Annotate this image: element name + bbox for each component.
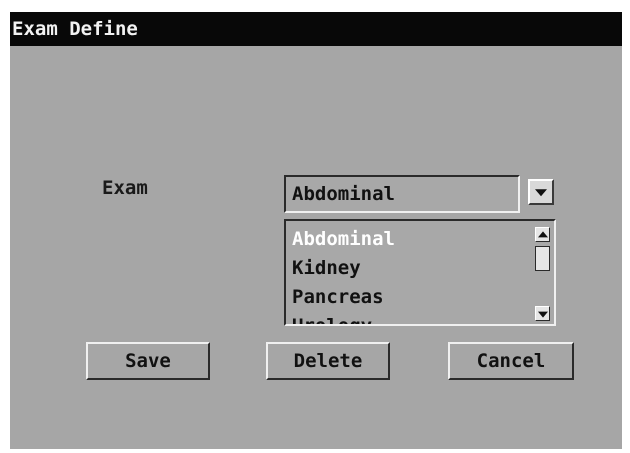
- list-item-abdominal[interactable]: Abdominal: [292, 225, 395, 254]
- scroll-up-button[interactable]: [535, 227, 550, 242]
- list-item-kidney[interactable]: Kidney: [292, 254, 361, 283]
- exam-dropdown-button[interactable]: [528, 179, 554, 205]
- exam-listbox[interactable]: Abdominal Kidney Pancreas Urology: [284, 219, 556, 326]
- exam-label: Exam: [102, 177, 148, 199]
- exam-combo-input[interactable]: Abdominal: [284, 175, 520, 213]
- cancel-button[interactable]: Cancel: [448, 342, 574, 380]
- scroll-up-arrow-icon: [537, 230, 548, 237]
- dialog-title: Exam Define: [10, 12, 622, 46]
- list-item-pancreas[interactable]: Pancreas: [292, 283, 384, 312]
- scroll-down-arrow-icon: [537, 311, 548, 318]
- delete-button[interactable]: Delete: [266, 342, 390, 380]
- exam-define-dialog: Exam Define Exam Abdominal Abdominal Kid…: [10, 12, 622, 449]
- scrollbar-thumb[interactable]: [535, 246, 550, 271]
- chevron-down-icon: [535, 189, 547, 197]
- save-button[interactable]: Save: [86, 342, 210, 380]
- list-item-urology[interactable]: Urology: [292, 312, 372, 324]
- scroll-down-button[interactable]: [535, 306, 550, 321]
